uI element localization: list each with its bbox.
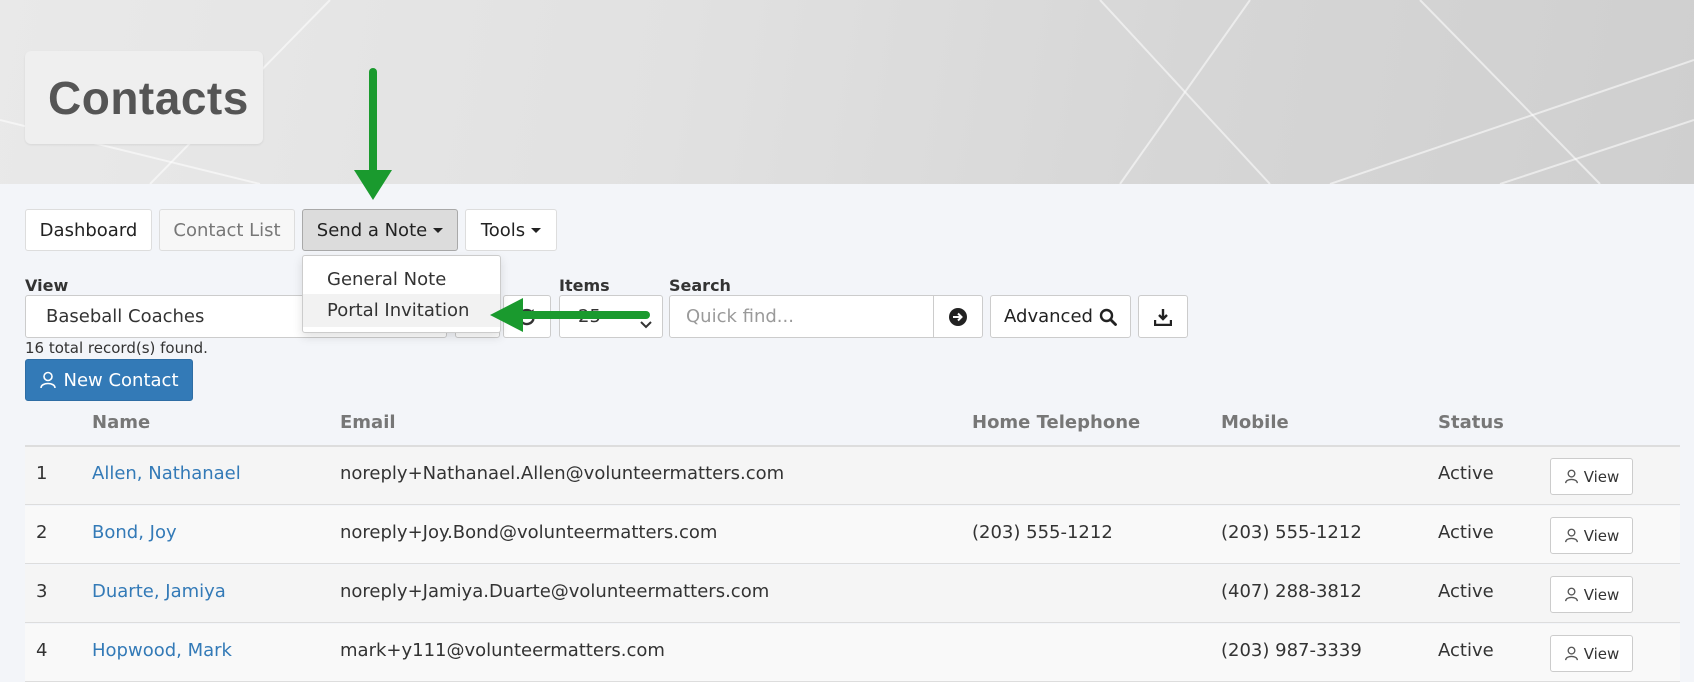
page-title: Contacts xyxy=(48,72,249,124)
contact-email: noreply+Joy.Bond@volunteermatters.com xyxy=(340,522,718,543)
view-contact-button[interactable]: View xyxy=(1550,635,1633,672)
user-icon xyxy=(40,371,57,389)
user-icon xyxy=(1564,528,1578,543)
column-header-email[interactable]: Email xyxy=(340,412,396,433)
tools-button[interactable]: Tools xyxy=(465,209,557,251)
contact-mobile: (203) 555-1212 xyxy=(1221,522,1362,543)
column-header-status[interactable]: Status xyxy=(1438,412,1504,433)
search-go-button[interactable] xyxy=(933,295,983,338)
refresh-button[interactable] xyxy=(503,295,551,338)
new-contact-button[interactable]: New Contact xyxy=(25,359,193,401)
items-label: Items xyxy=(559,276,610,295)
contact-name-link[interactable]: Bond, Joy xyxy=(92,522,177,543)
column-header-home-telephone[interactable]: Home Telephone xyxy=(972,412,1140,433)
contact-status: Active xyxy=(1438,463,1494,484)
page-title-box: Contacts xyxy=(25,51,263,144)
tools-label: Tools xyxy=(480,219,526,241)
send-note-dropdown: General Note Portal Invitation xyxy=(302,255,501,333)
table-row: 1 Allen, Nathanael noreply+Nathanael.All… xyxy=(25,447,1680,505)
contact-mobile: (203) 987-3339 xyxy=(1221,640,1362,661)
table-row: 2 Bond, Joy noreply+Joy.Bond@volunteerma… xyxy=(25,506,1680,564)
items-select[interactable]: 25 xyxy=(559,295,663,338)
contact-email: noreply+Jamiya.Duarte@volunteermatters.c… xyxy=(340,581,770,602)
contact-status: Active xyxy=(1438,522,1494,543)
contact-email: noreply+Nathanael.Allen@volunteermatters… xyxy=(340,463,785,484)
user-icon xyxy=(1564,646,1578,661)
contact-status: Active xyxy=(1438,581,1494,602)
advanced-label: Advanced xyxy=(1004,306,1093,327)
search-label: Search xyxy=(669,276,731,295)
dropdown-item-portal-invitation[interactable]: Portal Invitation xyxy=(303,294,500,327)
view-label: View xyxy=(1583,467,1620,486)
new-contact-label: New Contact xyxy=(63,369,179,391)
column-header-mobile[interactable]: Mobile xyxy=(1221,412,1289,433)
user-icon xyxy=(1564,469,1578,484)
column-header-name[interactable]: Name xyxy=(92,412,150,433)
row-number: 1 xyxy=(36,463,48,484)
row-number: 4 xyxy=(36,640,48,661)
user-icon xyxy=(1564,587,1578,602)
send-note-button[interactable]: Send a Note xyxy=(302,209,458,251)
contact-home-telephone: (203) 555-1212 xyxy=(972,522,1113,543)
row-number: 2 xyxy=(36,522,48,543)
view-label: View xyxy=(1583,585,1620,604)
caret-down-icon xyxy=(531,227,542,233)
view-contact-button[interactable]: View xyxy=(1550,517,1633,554)
dashboard-button[interactable]: Dashboard xyxy=(25,209,152,251)
table-row: 3 Duarte, Jamiya noreply+Jamiya.Duarte@v… xyxy=(25,565,1680,623)
download-icon xyxy=(1154,308,1172,326)
view-label: View xyxy=(1583,526,1620,545)
view-label: View xyxy=(1583,644,1620,663)
contact-list-button[interactable]: Contact List xyxy=(159,209,295,251)
page-header-banner: Contacts xyxy=(0,0,1694,184)
view-contact-button[interactable]: View xyxy=(1550,458,1633,495)
contact-email: mark+y111@volunteermatters.com xyxy=(340,640,665,661)
caret-down-icon xyxy=(433,227,444,233)
view-contact-button[interactable]: View xyxy=(1550,576,1633,613)
contact-status: Active xyxy=(1438,640,1494,661)
chevron-down-icon xyxy=(640,313,652,334)
dropdown-item-general-note[interactable]: General Note xyxy=(303,263,500,296)
contact-name-link[interactable]: Hopwood, Mark xyxy=(92,640,232,661)
circle-arrow-right-icon xyxy=(949,307,967,326)
records-count: 16 total record(s) found. xyxy=(25,339,208,357)
contact-mobile: (407) 288-3812 xyxy=(1221,581,1362,602)
refresh-icon xyxy=(518,308,535,325)
row-number: 3 xyxy=(36,581,48,602)
items-select-value: 25 xyxy=(578,306,601,327)
contact-name-link[interactable]: Duarte, Jamiya xyxy=(92,581,226,602)
view-label: View xyxy=(25,276,69,295)
advanced-search-button[interactable]: Advanced xyxy=(990,295,1131,338)
contact-name-link[interactable]: Allen, Nathanael xyxy=(92,463,241,484)
view-select-value: Baseball Coaches xyxy=(46,306,205,327)
table-row: 4 Hopwood, Mark mark+y111@volunteermatte… xyxy=(25,624,1680,682)
search-icon xyxy=(1099,308,1117,326)
send-note-label: Send a Note xyxy=(316,219,428,241)
download-button[interactable] xyxy=(1138,295,1188,338)
search-input[interactable] xyxy=(669,295,934,338)
